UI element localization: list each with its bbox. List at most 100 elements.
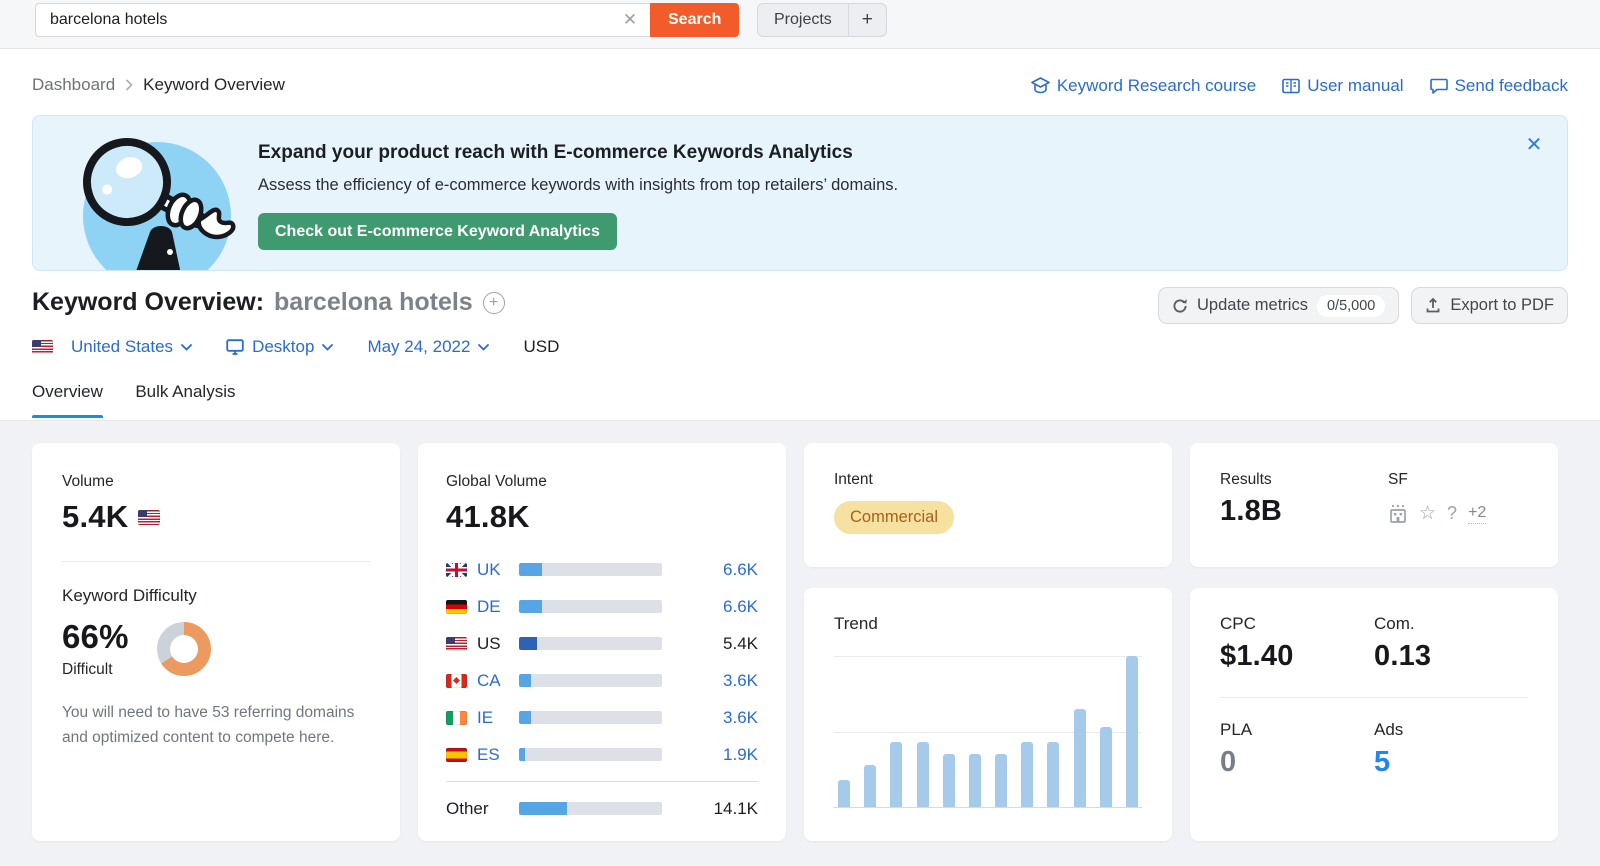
volume-bar: [519, 563, 662, 576]
user-manual-link[interactable]: User manual: [1282, 76, 1404, 96]
open-book-icon: [1282, 78, 1301, 94]
country-volume-row: DE 6.6K: [446, 588, 758, 625]
country-code[interactable]: CA: [477, 671, 519, 691]
other-volume-value: 14.1K: [713, 798, 758, 818]
filters-row: United States Desktop May 24, 2022 USD: [32, 337, 559, 357]
search-button[interactable]: Search: [650, 3, 740, 37]
banner-cta-button[interactable]: Check out E-commerce Keyword Analytics: [258, 213, 617, 250]
us-flag-icon: [138, 509, 161, 525]
trend-bar: [1099, 726, 1112, 807]
chevron-down-icon: [181, 343, 192, 351]
chevron-down-icon: [478, 343, 490, 351]
us-flag-icon: [446, 636, 467, 651]
volume-bar: [519, 600, 662, 613]
trend-bar: [1125, 656, 1138, 807]
trend-chart: [834, 656, 1142, 808]
volume-bar: [519, 674, 662, 687]
keyword-overview-page: ✕ Search Projects + Dashboard Keyword Ov…: [0, 0, 1600, 866]
volume-value: 5.4K: [62, 499, 129, 534]
results-card: Results 1.8B SF ☆ ? +2: [1190, 443, 1558, 567]
ads-value[interactable]: 5: [1374, 746, 1528, 779]
trend-bar: [1021, 742, 1034, 807]
update-metrics-button[interactable]: Update metrics 0/5,000: [1158, 287, 1400, 324]
volume-bar: [519, 711, 662, 724]
sf-more-badge[interactable]: +2: [1468, 504, 1487, 524]
hotels-pack-icon[interactable]: [1388, 504, 1408, 523]
intent-card: Intent Commercial: [804, 443, 1172, 567]
country-volume-value[interactable]: 6.6K: [676, 560, 758, 580]
results-label: Results: [1220, 471, 1272, 488]
pla-label: PLA: [1220, 720, 1253, 739]
device-filter[interactable]: Desktop: [226, 337, 334, 357]
kd-note: You will need to have 53 referring domai…: [62, 704, 355, 746]
intent-badge[interactable]: Commercial: [834, 501, 955, 534]
trend-bar: [995, 754, 1008, 807]
trend-label: Trend: [834, 614, 878, 633]
keyword-research-course-link[interactable]: Keyword Research course: [1031, 76, 1256, 96]
country-code[interactable]: ES: [477, 745, 519, 765]
monitor-icon: [226, 339, 244, 355]
global-volume-card: Global Volume 41.8K UK 6.6K DE 6.6K US 5.4K CA…: [418, 443, 786, 841]
kd-donut-gauge: [156, 621, 211, 676]
country-volume-value[interactable]: 3.6K: [676, 708, 758, 728]
kd-value: 66%: [62, 618, 129, 655]
trend-bar: [942, 754, 955, 807]
tab-overview[interactable]: Overview: [32, 382, 103, 418]
breadcrumb-dashboard[interactable]: Dashboard: [32, 75, 115, 95]
tabs: Overview Bulk Analysis: [0, 382, 1600, 421]
trend-card: Trend: [804, 588, 1172, 841]
clear-search-icon[interactable]: ✕: [620, 10, 640, 30]
export-pdf-button[interactable]: Export to PDF: [1411, 287, 1568, 324]
country-code[interactable]: IE: [477, 708, 519, 728]
other-label: Other: [446, 798, 489, 818]
projects-button[interactable]: Projects: [758, 4, 848, 36]
country-code[interactable]: UK: [477, 560, 519, 580]
de-flag-icon: [446, 599, 467, 614]
country-volume-value[interactable]: 3.6K: [676, 671, 758, 691]
trend-bar: [864, 764, 877, 807]
title-actions: Update metrics 0/5,000 Export to PDF: [1158, 287, 1568, 324]
com-value: 0.13: [1374, 640, 1432, 672]
question-mark-icon[interactable]: ?: [1447, 503, 1457, 524]
chevron-right-icon: [126, 79, 133, 91]
country-filter[interactable]: United States: [32, 337, 192, 357]
academy-cap-icon: [1031, 77, 1050, 94]
volume-card: Volume 5.4K Keyword Difficulty 66% Diffi…: [32, 443, 400, 841]
country-code[interactable]: DE: [477, 597, 519, 617]
search-input[interactable]: [35, 3, 650, 37]
date-filter[interactable]: May 24, 2022: [367, 337, 490, 357]
serp-features-label: SF: [1388, 471, 1408, 488]
country-volume-value[interactable]: 6.6K: [676, 597, 758, 617]
currency-label: USD: [523, 337, 560, 356]
send-feedback-link[interactable]: Send feedback: [1429, 76, 1568, 96]
trend-bar: [1047, 742, 1060, 807]
ads-label: Ads: [1374, 720, 1404, 739]
uk-flag-icon: [446, 562, 467, 577]
other-volume-row: Other 14.1K: [446, 790, 758, 827]
country-code: US: [477, 633, 501, 653]
country-volume-row: ES 1.9K: [446, 736, 758, 773]
cpc-card: CPC $1.40 Com. 0.13 PLA 0 Ads 5: [1190, 588, 1558, 841]
country-volume-row: US 5.4K: [446, 625, 758, 662]
pla-value: 0: [1220, 746, 1237, 778]
add-project-button[interactable]: +: [847, 4, 886, 36]
country-volume-value[interactable]: 1.9K: [676, 745, 758, 765]
banner-title: Expand your product reach with E-commerc…: [258, 142, 853, 163]
country-volume-row: IE 3.6K: [446, 699, 758, 736]
speech-bubble-icon: [1429, 78, 1448, 94]
tab-bulk-analysis[interactable]: Bulk Analysis: [135, 382, 235, 418]
es-flag-icon: [446, 747, 467, 762]
update-quota-badge: 0/5,000: [1316, 294, 1386, 317]
page-keyword: barcelona hotels: [274, 288, 473, 316]
header-links: Keyword Research course User manual Send…: [1031, 76, 1568, 96]
volume-label: Volume: [62, 473, 114, 490]
trend-bar: [1073, 708, 1086, 807]
star-icon[interactable]: ☆: [1419, 503, 1436, 524]
global-volume-label: Global Volume: [446, 473, 547, 490]
banner-close-icon[interactable]: ✕: [1523, 134, 1545, 156]
plus-circle-icon[interactable]: +: [482, 291, 505, 314]
breadcrumb: Dashboard Keyword Overview: [32, 75, 285, 95]
chevron-down-icon: [322, 343, 334, 351]
country-volume-value: 5.4K: [723, 633, 758, 653]
projects-control: Projects +: [757, 3, 887, 37]
